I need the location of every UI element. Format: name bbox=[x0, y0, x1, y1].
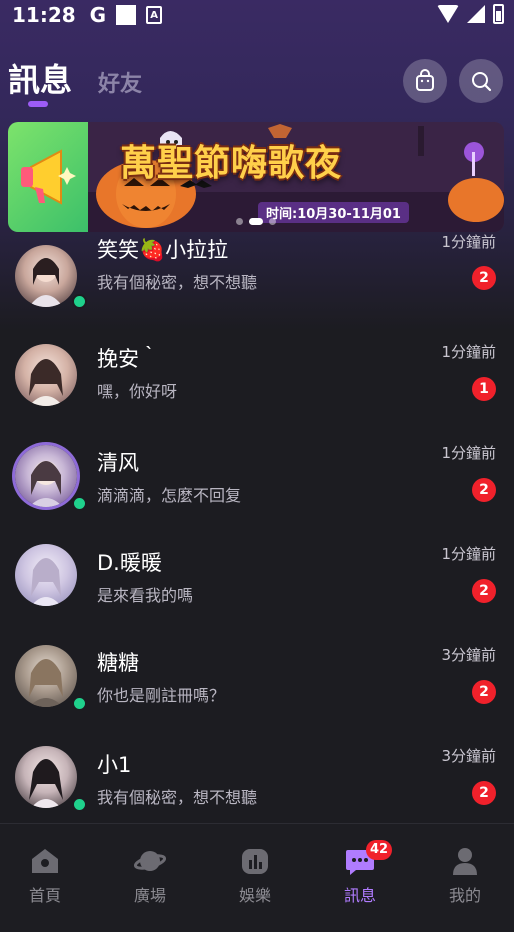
shopping-bag-icon bbox=[416, 69, 434, 91]
conversation-row[interactable]: 笑笑🍓小拉拉 我有個秘密，想不想聽 1分鐘前 2 bbox=[0, 232, 514, 322]
message-time: 1分鐘前 bbox=[441, 233, 496, 251]
nav-home[interactable]: 首頁 bbox=[5, 846, 85, 906]
online-status-dot bbox=[72, 696, 87, 711]
signal-icon bbox=[467, 5, 485, 23]
banner-pagination bbox=[236, 218, 276, 225]
shopping-bag-button[interactable] bbox=[403, 59, 447, 103]
banner-title: 萬聖節嗨歌夜 bbox=[120, 143, 343, 184]
nav-profile[interactable]: 我的 bbox=[425, 846, 505, 906]
online-status-dot bbox=[72, 294, 87, 309]
tab-active-indicator bbox=[28, 101, 48, 107]
search-icon bbox=[472, 72, 492, 92]
nav-unread-badge: 42 bbox=[366, 840, 393, 860]
nav-entertainment[interactable]: 娛樂 bbox=[215, 846, 295, 906]
message-time: 3分鐘前 bbox=[441, 646, 496, 664]
messages-header: 訊息 好友 bbox=[0, 50, 514, 112]
contact-name: 挽安｀ bbox=[97, 347, 160, 371]
banner-dot[interactable] bbox=[269, 218, 276, 225]
message-preview: 滴滴滴，怎麼不回复 bbox=[97, 486, 242, 505]
contact-name: D.暖暖 bbox=[97, 551, 162, 575]
event-banner[interactable]: 萬聖節嗨歌夜 时间:10月30-11月01 bbox=[8, 122, 504, 232]
nav-label: 首頁 bbox=[28, 886, 61, 905]
avatar bbox=[15, 344, 77, 406]
font-notification-icon: A bbox=[146, 6, 163, 24]
google-icon: G bbox=[89, 3, 107, 27]
conversation-row[interactable]: 清风 滴滴滴，怎麼不回复 1分鐘前 2 bbox=[0, 423, 514, 524]
banner-dot-active[interactable] bbox=[249, 218, 263, 225]
message-time: 1分鐘前 bbox=[441, 444, 496, 462]
nav-label: 訊息 bbox=[343, 886, 376, 905]
tab-friends[interactable]: 好友 bbox=[98, 66, 142, 98]
tab-messages[interactable]: 訊息 bbox=[8, 55, 72, 101]
message-preview: 我有個秘密，想不想聽 bbox=[97, 273, 258, 292]
home-icon bbox=[32, 849, 58, 873]
avatar bbox=[15, 245, 77, 307]
unread-badge: 2 bbox=[472, 266, 496, 290]
unread-badge: 1 bbox=[472, 377, 496, 401]
online-status-dot bbox=[72, 496, 87, 511]
chart-icon bbox=[242, 849, 268, 874]
avatar bbox=[15, 445, 77, 507]
avatar bbox=[15, 746, 77, 808]
wifi-icon bbox=[437, 5, 459, 23]
unread-badge: 2 bbox=[472, 781, 496, 805]
search-button[interactable] bbox=[459, 59, 503, 103]
nav-label: 娛樂 bbox=[238, 886, 271, 905]
contact-name: 糖糖 bbox=[97, 651, 139, 675]
contact-name: 笑笑🍓小拉拉 bbox=[97, 238, 229, 262]
bottom-navigation: 首頁 廣場 娛樂 42 訊息 我的 bbox=[0, 823, 514, 932]
megaphone-logo-icon bbox=[8, 122, 88, 232]
status-right bbox=[437, 4, 504, 24]
message-preview: 我有個秘密，想不想聽 bbox=[97, 788, 258, 807]
message-preview: 是來看我的嗎 bbox=[97, 586, 194, 605]
message-time: 1分鐘前 bbox=[441, 343, 496, 361]
nav-label: 廣場 bbox=[133, 886, 166, 905]
contact-name: 小1 bbox=[97, 753, 132, 777]
avatar bbox=[15, 645, 77, 707]
notification-square-icon bbox=[116, 5, 137, 25]
contact-name: 清风 bbox=[97, 451, 139, 475]
nav-messages[interactable]: 42 訊息 bbox=[320, 840, 400, 906]
conversation-row[interactable]: D.暖暖 是來看我的嗎 1分鐘前 2 bbox=[0, 524, 514, 625]
banner-dot[interactable] bbox=[236, 218, 243, 225]
battery-icon bbox=[493, 4, 504, 24]
nav-label: 我的 bbox=[448, 886, 481, 905]
unread-badge: 2 bbox=[472, 478, 496, 502]
message-time: 1分鐘前 bbox=[441, 545, 496, 563]
message-time: 3分鐘前 bbox=[441, 747, 496, 765]
conversation-list: 笑笑🍓小拉拉 我有個秘密，想不想聽 1分鐘前 2 挽安｀ 嘿，你好呀 1分鐘前 … bbox=[0, 232, 514, 822]
avatar bbox=[15, 544, 77, 606]
profile-icon bbox=[453, 848, 477, 875]
message-preview: 嘿，你好呀 bbox=[97, 382, 178, 401]
unread-badge: 2 bbox=[472, 680, 496, 704]
conversation-row[interactable]: 小1 我有個秘密，想不想聽 3分鐘前 2 bbox=[0, 726, 514, 822]
status-time: 11:28 bbox=[12, 3, 76, 27]
nav-plaza[interactable]: 廣場 bbox=[110, 846, 190, 906]
unread-badge: 2 bbox=[472, 579, 496, 603]
status-bar: 11:28 G A bbox=[0, 0, 514, 30]
conversation-row[interactable]: 挽安｀ 嘿，你好呀 1分鐘前 1 bbox=[0, 322, 514, 423]
online-status-dot bbox=[72, 797, 87, 812]
message-preview: 你也是剛註冊嗎？ bbox=[97, 686, 226, 705]
planet-icon bbox=[134, 851, 166, 871]
conversation-row[interactable]: 糖糖 你也是剛註冊嗎？ 3分鐘前 2 bbox=[0, 625, 514, 726]
banner-date: 时间:10月30-11月01 bbox=[258, 202, 409, 223]
